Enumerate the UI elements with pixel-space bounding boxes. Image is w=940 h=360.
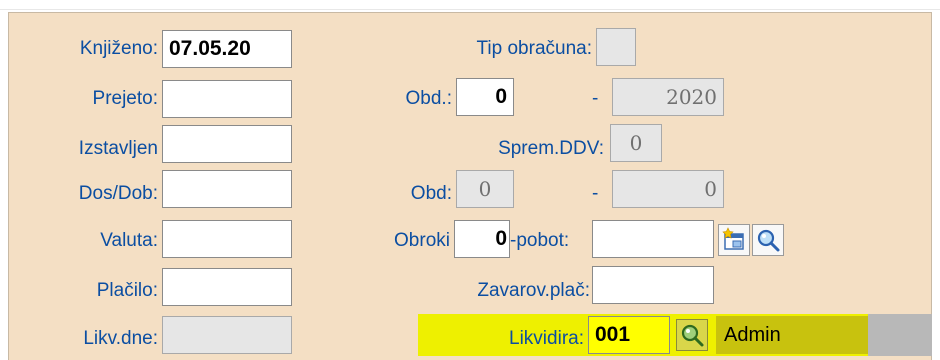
placilo-label: Plačilo: <box>96 280 158 301</box>
obd2-label: Obd: <box>410 183 452 204</box>
obd1-year-input: 2020 <box>612 78 724 116</box>
zavarov-input[interactable] <box>592 266 714 304</box>
magnifier-icon <box>757 229 780 252</box>
top-divider <box>0 9 940 10</box>
likvdne-input <box>162 316 292 354</box>
knjizeno-input[interactable]: 07.05.20 <box>162 30 292 68</box>
tip-obracuna-input[interactable] <box>596 28 636 66</box>
valuta-label: Valuta: <box>100 230 158 251</box>
dosdob-label: Dos/Dob: <box>78 183 158 204</box>
new-window-icon <box>722 227 744 250</box>
prejeto-label: Prejeto: <box>92 88 158 109</box>
knjizeno-label: Knjiženo: <box>79 38 158 59</box>
obd2-to-input: 0 <box>612 170 724 208</box>
prejeto-input[interactable] <box>162 80 292 118</box>
placilo-input[interactable] <box>162 268 292 306</box>
obd2-dash: - <box>592 183 599 204</box>
obd2-from-input: 0 <box>456 170 514 208</box>
likvidira-name-display: Admin <box>716 316 868 354</box>
sprem-ddv-label: Sprem.DDV: <box>498 138 604 159</box>
obd1-from-input[interactable]: 0 <box>456 78 514 116</box>
valuta-input[interactable] <box>162 220 292 258</box>
likvidira-gray-tail <box>868 314 932 356</box>
sprem-ddv-input: 0 <box>610 124 662 162</box>
dosdob-input[interactable] <box>162 170 292 208</box>
search-button[interactable] <box>752 224 784 256</box>
izstavljen-label: Izstavljen <box>78 138 158 159</box>
izstavljen-input[interactable] <box>162 125 292 163</box>
obd1-dash: - <box>592 88 599 109</box>
obroki-label: Obroki <box>394 230 450 251</box>
obroki-input[interactable]: 0 <box>454 220 510 258</box>
new-entry-button[interactable] <box>718 224 750 256</box>
pobot-input[interactable] <box>592 220 714 258</box>
likvidira-label: Likvidira: <box>509 328 584 349</box>
magnifier-icon <box>681 324 704 347</box>
zavarov-label: Zavarov.plač: <box>477 280 590 301</box>
likvidira-input[interactable]: 001 <box>588 316 670 354</box>
pobot-label: -pobot: <box>510 230 570 251</box>
likvdne-label: Likv.dne: <box>83 328 158 349</box>
tip-obracuna-label: Tip obračuna: <box>476 38 592 59</box>
obd1-label: Obd.: <box>405 88 452 109</box>
likvidira-search-button[interactable] <box>676 319 708 351</box>
